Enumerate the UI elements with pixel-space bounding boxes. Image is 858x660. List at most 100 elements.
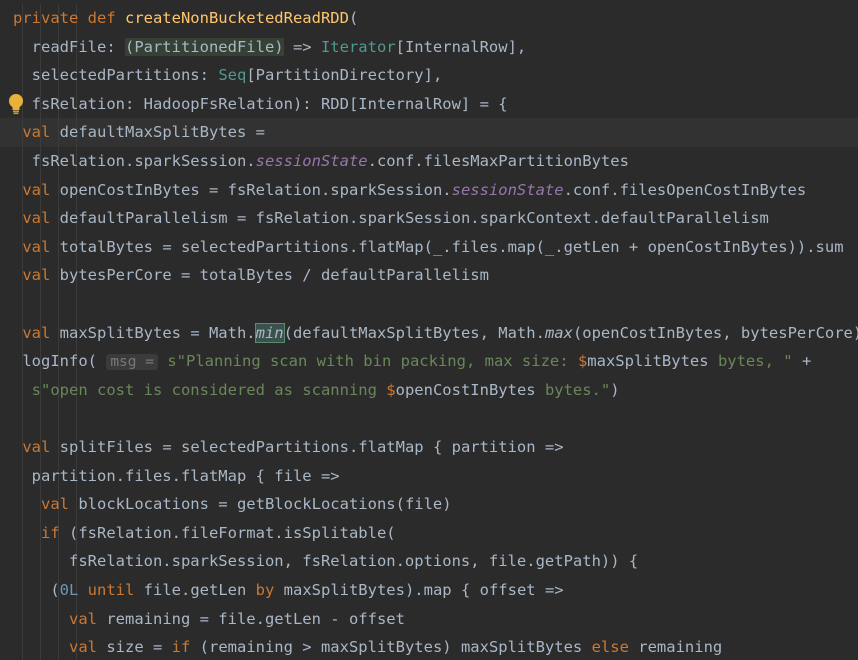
indent-guide <box>76 290 77 319</box>
code-line[interactable]: val maxSplitBytes = Math.min(defaultMaxS… <box>0 318 858 348</box>
code-token: maxSplitBytes = Math. <box>59 323 256 342</box>
code-token: blockLocations = getBlockLocations(file) <box>78 495 452 514</box>
code-token: maxSplitBytes <box>587 352 709 371</box>
code-token: bytesPerCore = totalBytes / defaultParal… <box>59 266 489 285</box>
code-line[interactable] <box>0 404 858 433</box>
indent-guide <box>22 404 23 433</box>
code-token: + <box>792 352 812 371</box>
code-line[interactable]: val openCostInBytes = fsRelation.sparkSe… <box>0 175 858 205</box>
code-token: (openCostInBytes, bytesPerCore)) <box>572 323 858 342</box>
code-token: val <box>13 638 107 657</box>
code-line[interactable]: val blockLocations = getBlockLocations(f… <box>0 490 858 519</box>
code-token: bytes." <box>535 380 611 399</box>
indent-guide <box>58 404 59 433</box>
code-text: val splitFiles = selectedPartitions.flat… <box>13 433 564 462</box>
code-token: val <box>13 495 79 514</box>
code-text: val openCostInBytes = fsRelation.sparkSe… <box>13 176 806 205</box>
code-token: $ <box>386 380 396 399</box>
code-token: by <box>255 581 284 599</box>
code-token: splitFiles = selectedPartitions.flatMap … <box>59 438 564 456</box>
code-line[interactable]: selectedPartitions: Seq[PartitionDirecto… <box>0 61 858 90</box>
code-token: ) <box>610 380 620 399</box>
code-line[interactable]: if (fsRelation.fileFormat.isSplitable( <box>0 518 858 548</box>
code-text: fsRelation: HadoopFsRelation): RDD[Inter… <box>13 90 508 119</box>
indent-guide <box>58 290 59 319</box>
code-line[interactable]: val defaultParallelism = fsRelation.spar… <box>0 204 858 233</box>
code-token: 0L <box>59 581 79 599</box>
code-text: val maxSplitBytes = Math.min(defaultMaxS… <box>13 319 858 348</box>
code-token: openCostInBytes <box>395 380 536 399</box>
code-token: maxSplitBytes).map { offset => <box>283 581 564 599</box>
code-token: sessionState <box>255 152 368 170</box>
code-token: (defaultMaxSplitBytes, Math. <box>283 323 545 342</box>
code-token: => <box>283 37 321 56</box>
code-token: val <box>13 237 60 256</box>
code-line[interactable]: s"open cost is considered as scanning $o… <box>0 375 858 405</box>
indent-guide <box>76 404 77 433</box>
code-token: .conf.filesOpenCostInBytes <box>563 180 807 199</box>
code-editor[interactable]: private def createNonBucketedReadRDD( re… <box>0 0 858 660</box>
code-line[interactable]: fsRelation: HadoopFsRelation): RDD[Inter… <box>0 89 858 119</box>
code-text: fsRelation.sparkSession, fsRelation.opti… <box>13 547 638 576</box>
code-token: (remaining > maxSplitBytes) maxSplitByte… <box>199 638 592 657</box>
code-line[interactable]: fsRelation.sparkSession, fsRelation.opti… <box>0 547 858 576</box>
code-token: fsRelation.sparkSession. <box>13 152 256 170</box>
code-line[interactable]: fsRelation.sparkSession.sessionState.con… <box>0 147 858 176</box>
code-token: (fsRelation.fileFormat.isSplitable( <box>69 523 396 542</box>
code-token: [InternalRow], <box>395 37 527 56</box>
code-line[interactable]: logInfo( msg = s"Planning scan with bin … <box>0 347 858 376</box>
code-token: [PartitionDirectory], <box>246 66 443 85</box>
code-text: if (fsRelation.fileFormat.isSplitable( <box>13 519 396 548</box>
code-token: logInfo( <box>13 352 107 371</box>
code-line[interactable] <box>0 290 858 319</box>
code-token: min <box>254 322 285 343</box>
code-text: (0L until file.getLen by maxSplitBytes).… <box>13 576 564 605</box>
code-text: val bytesPerCore = totalBytes / defaultP… <box>13 261 489 290</box>
code-line[interactable]: val bytesPerCore = totalBytes / defaultP… <box>0 261 858 290</box>
code-token: fsRelation: HadoopFsRelation): RDD[Inter… <box>13 94 508 113</box>
code-token: selectedPartitions: <box>13 66 219 85</box>
code-text: logInfo( msg = s"Planning scan with bin … <box>13 347 811 377</box>
code-token: ( <box>13 581 60 599</box>
code-token: bytes, " <box>708 352 793 371</box>
code-line[interactable]: val remaining = file.getLen - offset <box>0 604 858 634</box>
code-token: sessionState <box>451 180 564 199</box>
code-token: totalBytes = selectedPartitions.flatMap(… <box>59 237 844 256</box>
code-text: partition.files.flatMap { file => <box>13 462 340 491</box>
code-token: createNonBucketedReadRDD <box>124 9 349 27</box>
code-line[interactable]: partition.files.flatMap { file => <box>0 461 858 491</box>
code-token: s"open cost is considered as scanning <box>13 380 387 399</box>
code-token: defaultMaxSplitBytes = <box>59 123 265 142</box>
code-line[interactable]: val totalBytes = selectedPartitions.flat… <box>0 232 858 262</box>
code-token: Seq <box>218 66 247 85</box>
code-token: val <box>13 438 60 456</box>
code-line[interactable]: val splitFiles = selectedPartitions.flat… <box>0 433 858 462</box>
code-line[interactable]: val defaultMaxSplitBytes = <box>0 118 858 147</box>
code-text: val totalBytes = selectedPartitions.flat… <box>13 233 844 262</box>
indent-guide <box>40 290 41 319</box>
code-line[interactable]: val size = if (remaining > maxSplitBytes… <box>0 633 858 660</box>
code-line[interactable]: private def createNonBucketedReadRDD( <box>0 4 858 33</box>
code-token: fsRelation.sparkSession, fsRelation.opti… <box>13 552 639 571</box>
code-token: val <box>13 266 60 285</box>
parameter-hint: msg = <box>106 354 158 371</box>
code-token: remaining <box>638 638 723 657</box>
code-token: if <box>13 523 69 542</box>
code-text: val defaultMaxSplitBytes = <box>13 118 265 147</box>
code-token: readFile: <box>13 37 125 56</box>
code-token: size = <box>106 638 172 657</box>
code-token: else <box>591 638 639 657</box>
code-token: max <box>544 323 573 342</box>
code-token: ( <box>348 9 359 27</box>
code-token: (PartitionedFile) <box>124 37 284 56</box>
code-token: if <box>171 638 200 657</box>
indent-guide <box>22 290 23 319</box>
code-line[interactable]: (0L until file.getLen by maxSplitBytes).… <box>0 576 858 605</box>
code-text: val remaining = file.getLen - offset <box>13 605 405 634</box>
code-text: val size = if (remaining > maxSplitBytes… <box>13 633 722 660</box>
indent-guide <box>40 404 41 433</box>
code-line[interactable]: readFile: (PartitionedFile) => Iterator[… <box>0 32 858 62</box>
code-token: s"Planning scan with bin packing, max si… <box>167 352 578 371</box>
code-token: val <box>13 180 60 199</box>
